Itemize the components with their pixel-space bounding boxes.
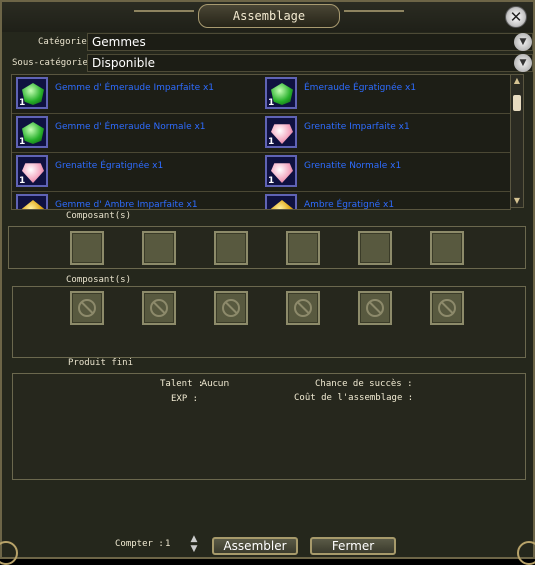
subcategory-value: Disponible — [92, 56, 156, 70]
count-stepper[interactable]: ▲ ▼ — [188, 534, 200, 556]
item-name: Gemme d' Ambre Imparfaite x1 — [55, 200, 198, 210]
component-slot-locked[interactable] — [214, 291, 248, 325]
category-label: Catégorie — [38, 37, 87, 47]
list-item[interactable]: 1 Grenatite Imparfaite x1 — [261, 114, 510, 152]
item-name: Grenatite Imparfaite x1 — [304, 122, 410, 132]
emerald-gem-icon: 1 — [16, 77, 48, 109]
assemblage-window: Assemblage ✕ Catégorie Gemmes ▼ Sous-cat… — [0, 0, 535, 565]
component-slot-locked[interactable] — [70, 291, 104, 325]
component-slot[interactable] — [286, 231, 320, 265]
scroll-down-icon[interactable]: ▼ — [512, 196, 522, 206]
forbidden-icon — [222, 299, 240, 317]
garnet-gem-icon: 1 — [265, 116, 297, 148]
assembly-cost-label: Coût de l'assemblage : — [294, 393, 414, 403]
forbidden-icon — [366, 299, 384, 317]
component-slot-locked[interactable] — [358, 291, 392, 325]
list-item[interactable]: 1 Grenatite Normale x1 — [261, 153, 510, 191]
list-item[interactable]: 1 Gemme d' Émeraude Imparfaite x1 — [12, 75, 261, 113]
close-icon[interactable]: ✕ — [505, 6, 527, 28]
list-row: 1 Grenatite Égratignée x1 1 Grenatite No… — [12, 153, 510, 192]
list-item[interactable]: 1 Gemme d' Ambre Imparfaite x1 — [12, 192, 261, 210]
corner-ornament — [517, 541, 535, 565]
window-title: Assemblage — [198, 4, 340, 28]
item-name: Grenatite Normale x1 — [304, 161, 402, 171]
product-panel: Talent : Aucun EXP : Chance de succès : … — [12, 373, 526, 480]
talent-value: Aucun — [201, 379, 230, 389]
garnet-gem-icon: 1 — [16, 155, 48, 187]
list-row: 1 Gemme d' Émeraude Normale x1 1 Grenati… — [12, 114, 510, 153]
forbidden-icon — [150, 299, 168, 317]
component-slot[interactable] — [214, 231, 248, 265]
category-select[interactable]: Gemmes ▼ — [87, 33, 533, 51]
corner-ornament — [0, 541, 18, 565]
success-chance-label: Chance de succès : — [315, 379, 413, 389]
list-scrollbar[interactable]: ▲ ▼ — [510, 74, 524, 208]
count-value[interactable]: 1 — [165, 539, 170, 549]
list-row: 1 Gemme d' Ambre Imparfaite x1 1 Ambre É… — [12, 192, 510, 210]
forbidden-icon — [438, 299, 456, 317]
chevron-down-icon[interactable]: ▼ — [514, 54, 532, 72]
assemble-button[interactable]: Assembler — [212, 537, 298, 555]
item-name: Grenatite Égratignée x1 — [55, 161, 164, 171]
list-item[interactable]: 1 Émeraude Égratignée x1 — [261, 75, 510, 113]
list-row: 1 Gemme d' Émeraude Imparfaite x1 1 Émer… — [12, 75, 510, 114]
component-slot[interactable] — [430, 231, 464, 265]
scroll-up-icon[interactable]: ▲ — [512, 76, 522, 86]
item-name: Émeraude Égratignée x1 — [304, 83, 417, 93]
subcategory-select[interactable]: Disponible ▼ — [87, 54, 533, 72]
components-label: Composant(s) — [66, 275, 132, 285]
forbidden-icon — [294, 299, 312, 317]
amber-gem-icon: 1 — [265, 194, 297, 209]
emerald-gem-icon: 1 — [265, 77, 297, 109]
components-label: Composant(s) — [66, 211, 132, 221]
list-item[interactable]: 1 Grenatite Égratignée x1 — [12, 153, 261, 191]
item-name: Gemme d' Émeraude Imparfaite x1 — [55, 83, 215, 93]
component-slot-locked[interactable] — [286, 291, 320, 325]
scroll-thumb[interactable] — [513, 95, 521, 111]
emerald-gem-icon: 1 — [16, 116, 48, 148]
forbidden-icon — [78, 299, 96, 317]
chevron-down-icon[interactable]: ▼ — [514, 33, 532, 51]
product-label: Produit fini — [68, 358, 134, 368]
item-name: Gemme d' Émeraude Normale x1 — [55, 122, 206, 132]
recipe-list: 1 Gemme d' Émeraude Imparfaite x1 1 Émer… — [11, 74, 511, 210]
components-panel-locked — [12, 286, 526, 358]
component-slot[interactable] — [142, 231, 176, 265]
title-ornament-left — [134, 10, 194, 22]
component-slot[interactable] — [70, 231, 104, 265]
title-ornament-right — [344, 10, 404, 22]
list-item[interactable]: 1 Ambre Égratigné x1 — [261, 192, 510, 210]
title-bar[interactable]: Assemblage ✕ — [2, 2, 533, 32]
list-item[interactable]: 1 Gemme d' Émeraude Normale x1 — [12, 114, 261, 152]
item-name: Ambre Égratigné x1 — [304, 200, 395, 210]
component-slot[interactable] — [358, 231, 392, 265]
components-panel — [8, 226, 526, 269]
close-button[interactable]: Fermer — [310, 537, 396, 555]
exp-label: EXP : — [171, 394, 199, 404]
subcategory-label: Sous-catégorie — [12, 58, 88, 68]
category-value: Gemmes — [92, 35, 146, 49]
garnet-gem-icon: 1 — [265, 155, 297, 187]
talent-label: Talent : — [160, 379, 204, 389]
amber-gem-icon: 1 — [16, 194, 48, 209]
component-slot-locked[interactable] — [142, 291, 176, 325]
component-slot-locked[interactable] — [430, 291, 464, 325]
count-label: Compter : — [115, 539, 164, 549]
